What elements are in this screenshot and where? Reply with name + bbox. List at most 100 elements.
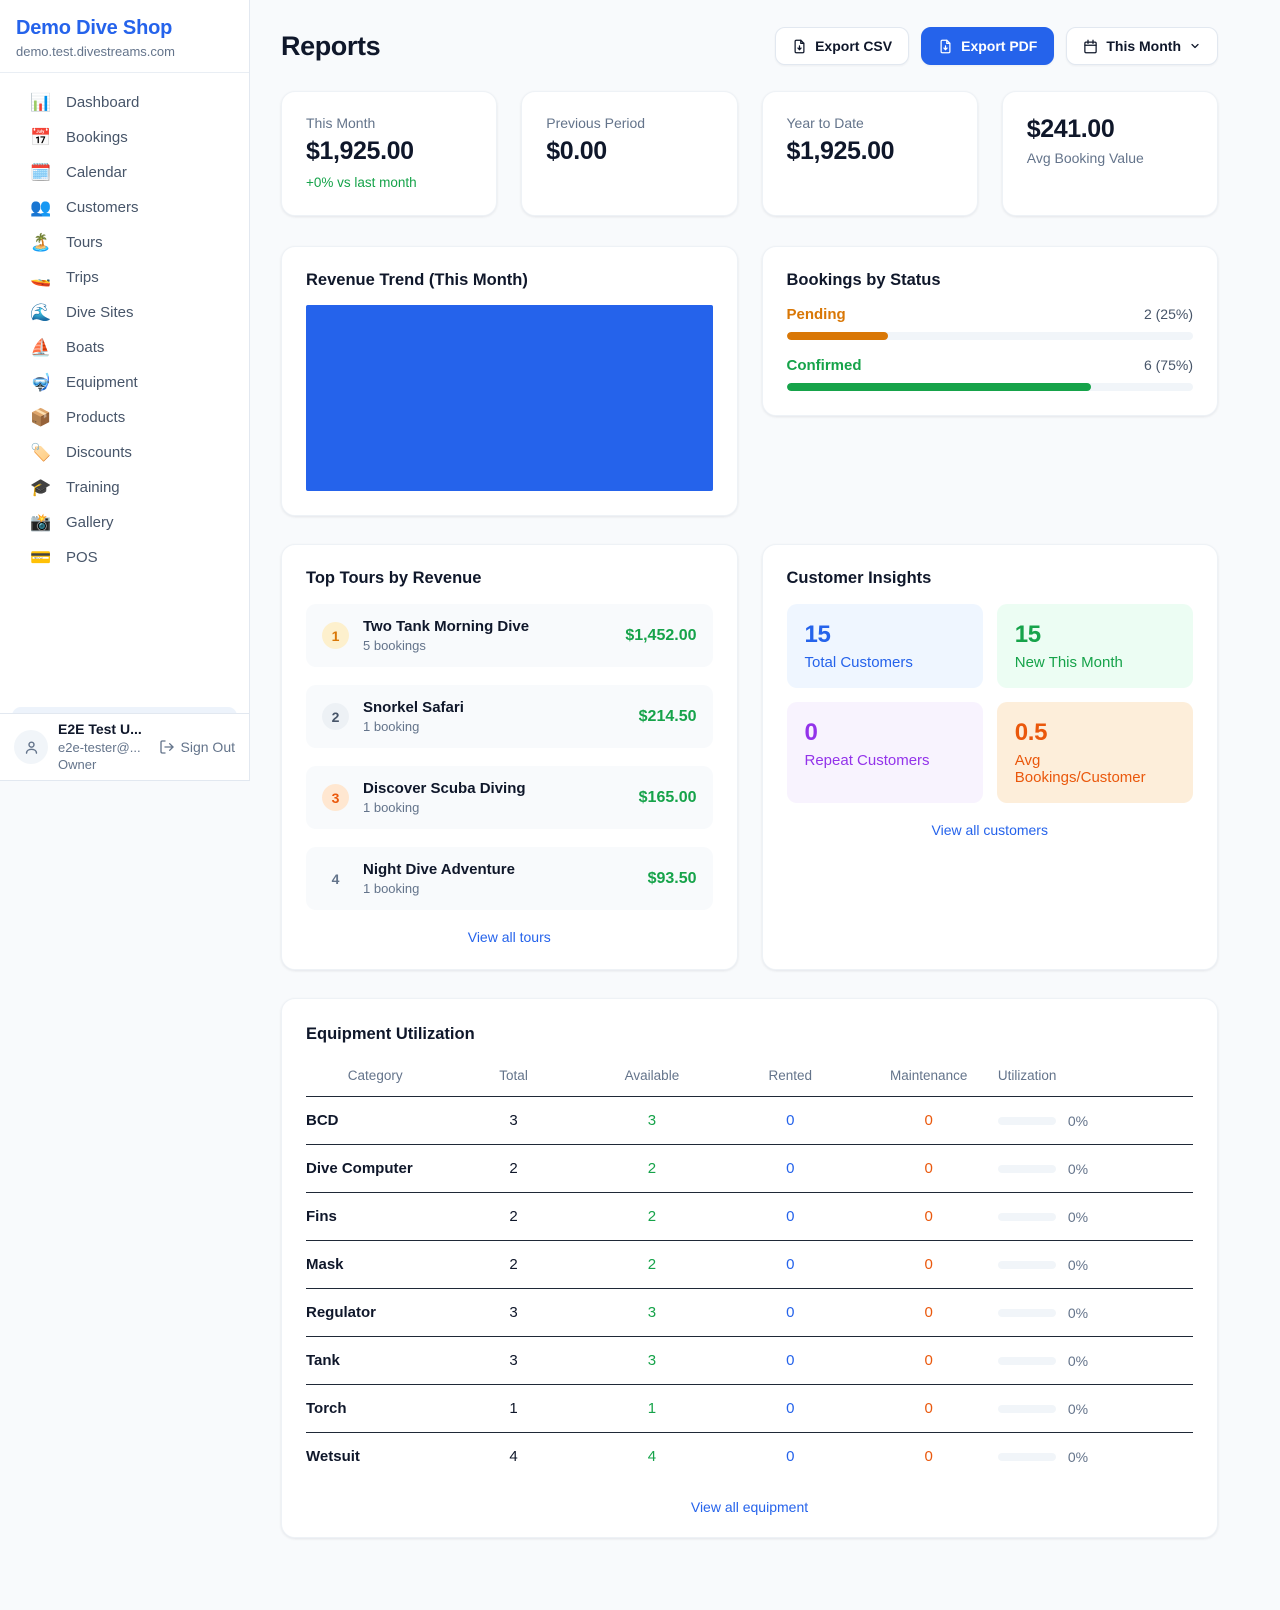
tour-bookings: 1 booking <box>363 719 464 734</box>
utilization-bar-track <box>998 1453 1056 1461</box>
status-bar-fill <box>787 383 1092 391</box>
utilization-cell: 0% <box>998 1353 1193 1369</box>
tour-row[interactable]: 2 Snorkel Safari 1 booking $214.50 <box>306 685 713 748</box>
stat-value: $1,925.00 <box>306 137 472 166</box>
nav-item-label: Bookings <box>66 129 128 146</box>
equipment-row: Fins 2 2 0 0 0% <box>306 1193 1193 1241</box>
utilization-percent: 0% <box>1068 1305 1088 1321</box>
nav-item-label: Tours <box>66 234 103 251</box>
calendar-icon <box>1083 39 1098 54</box>
utilization-bar-track <box>998 1357 1056 1365</box>
equipment-table: CategoryTotalAvailableRentedMaintenanceU… <box>306 1058 1193 1480</box>
utilization-cell: 0% <box>998 1305 1193 1321</box>
nav-item-icon: 🏷️ <box>29 444 53 461</box>
view-all-tours-link[interactable]: View all tours <box>306 929 713 945</box>
insight-tile: 15 New This Month <box>997 604 1193 688</box>
nav-item-label: Trips <box>66 269 99 286</box>
stat-value: $0.00 <box>546 137 712 166</box>
tour-row[interactable]: 1 Two Tank Morning Dive 5 bookings $1,45… <box>306 604 713 667</box>
stat-card-year-to-date: Year to Date $1,925.00 <box>762 91 978 216</box>
sidebar-nav-item[interactable]: 📦 Products <box>0 400 249 435</box>
equipment-rented: 0 <box>721 1145 859 1193</box>
export-pdf-button[interactable]: Export PDF <box>921 27 1054 65</box>
sidebar: Demo Dive Shop demo.test.divestreams.com… <box>0 0 250 781</box>
nav-item-icon: 🚤 <box>29 269 53 286</box>
status-bar-track <box>787 332 1194 340</box>
equipment-category: Dive Computer <box>306 1145 444 1193</box>
status-rows: Pending 2 (25%) Confirmed 6 (75%) <box>787 306 1194 391</box>
equipment-row: Mask 2 2 0 0 0% <box>306 1241 1193 1289</box>
tour-row[interactable]: 4 Night Dive Adventure 1 booking $93.50 <box>306 847 713 910</box>
utilization-cell: 0% <box>998 1257 1193 1273</box>
nav-item-label: Dive Sites <box>66 304 134 321</box>
file-download-icon <box>792 39 807 54</box>
customer-insights-card: Customer Insights 15 Total Customers 15 … <box>762 544 1219 970</box>
period-dropdown[interactable]: This Month <box>1066 27 1218 65</box>
file-download-icon <box>938 39 953 54</box>
sidebar-nav-item[interactable]: 🏷️ Discounts <box>0 435 249 470</box>
equipment-total: 1 <box>444 1385 582 1433</box>
sidebar-nav-item[interactable]: 📊 Dashboard <box>0 85 249 120</box>
utilization-percent: 0% <box>1068 1353 1088 1369</box>
equipment-column-header: Maintenance <box>860 1058 998 1097</box>
utilization-cell: 0% <box>998 1113 1193 1129</box>
equipment-column-header: Available <box>583 1058 721 1097</box>
export-csv-label: Export CSV <box>815 38 892 54</box>
nav-item-icon: 🏝️ <box>29 234 53 251</box>
nav-item-label: Equipment <box>66 374 138 391</box>
equipment-category: Mask <box>306 1241 444 1289</box>
insight-label: New This Month <box>1015 654 1175 671</box>
sidebar-nav-item[interactable]: 🗓️ Calendar <box>0 155 249 190</box>
equipment-available: 2 <box>583 1145 721 1193</box>
utilization-percent: 0% <box>1068 1257 1088 1273</box>
equipment-category: Fins <box>306 1193 444 1241</box>
sidebar-header: Demo Dive Shop demo.test.divestreams.com <box>0 0 249 73</box>
tour-name: Snorkel Safari <box>363 699 464 716</box>
user-meta: E2E Test U... e2e-tester@... Owner <box>58 721 142 773</box>
status-label: Confirmed <box>787 357 862 374</box>
sidebar-nav-item[interactable]: 🏝️ Tours <box>0 225 249 260</box>
status-count: 2 (25%) <box>1144 306 1193 322</box>
sidebar-nav-item[interactable]: 🌊 Dive Sites <box>0 295 249 330</box>
equipment-row: BCD 3 3 0 0 0% <box>306 1097 1193 1145</box>
equipment-total: 3 <box>444 1289 582 1337</box>
sidebar-nav-item[interactable]: 👥 Customers <box>0 190 249 225</box>
insight-label: Avg Bookings/Customer <box>1015 752 1175 786</box>
tour-row[interactable]: 3 Discover Scuba Diving 1 booking $165.0… <box>306 766 713 829</box>
nav-item-icon: 👥 <box>29 199 53 216</box>
tour-info: Snorkel Safari 1 booking <box>363 699 464 734</box>
nav-item-label: Dashboard <box>66 94 139 111</box>
sidebar-nav-item[interactable]: 🚤 Trips <box>0 260 249 295</box>
nav-item-label: Gallery <box>66 514 114 531</box>
top-tours-title: Top Tours by Revenue <box>306 569 713 588</box>
user-role: Owner <box>58 757 142 773</box>
status-bar-track <box>787 383 1194 391</box>
sidebar-nav-item[interactable]: 📸 Gallery <box>0 505 249 540</box>
nav-item-icon: 🎓 <box>29 479 53 496</box>
bookings-by-status-title: Bookings by Status <box>787 271 1194 290</box>
view-all-equipment-link[interactable]: View all equipment <box>306 1499 1193 1515</box>
sidebar-nav-item[interactable]: 🤿 Equipment <box>0 365 249 400</box>
insight-tile: 0 Repeat Customers <box>787 702 983 803</box>
equipment-title: Equipment Utilization <box>306 1025 1193 1044</box>
tour-list: 1 Two Tank Morning Dive 5 bookings $1,45… <box>306 604 713 910</box>
sidebar-nav-item[interactable]: 📅 Bookings <box>0 120 249 155</box>
equipment-row: Tank 3 3 0 0 0% <box>306 1337 1193 1385</box>
sidebar-nav-item[interactable]: 💳 POS <box>0 540 249 575</box>
equipment-table-header: CategoryTotalAvailableRentedMaintenanceU… <box>306 1058 1193 1097</box>
equipment-column-header: Rented <box>721 1058 859 1097</box>
revenue-trend-card: Revenue Trend (This Month) <box>281 246 738 516</box>
tour-rank-badge: 1 <box>322 622 349 649</box>
nav-item-label: Products <box>66 409 125 426</box>
equipment-available: 4 <box>583 1433 721 1481</box>
export-csv-button[interactable]: Export CSV <box>775 27 909 65</box>
charts-row: Revenue Trend (This Month) Bookings by S… <box>281 246 1218 516</box>
equipment-row: Regulator 3 3 0 0 0% <box>306 1289 1193 1337</box>
sidebar-nav-item[interactable]: ⛵ Boats <box>0 330 249 365</box>
sidebar-nav-item[interactable]: 🎓 Training <box>0 470 249 505</box>
tour-rank-badge: 2 <box>322 703 349 730</box>
sign-out-button[interactable]: Sign Out <box>159 739 235 755</box>
nav-item-label: Calendar <box>66 164 127 181</box>
nav-item-label: Customers <box>66 199 139 216</box>
view-all-customers-link[interactable]: View all customers <box>787 822 1194 838</box>
